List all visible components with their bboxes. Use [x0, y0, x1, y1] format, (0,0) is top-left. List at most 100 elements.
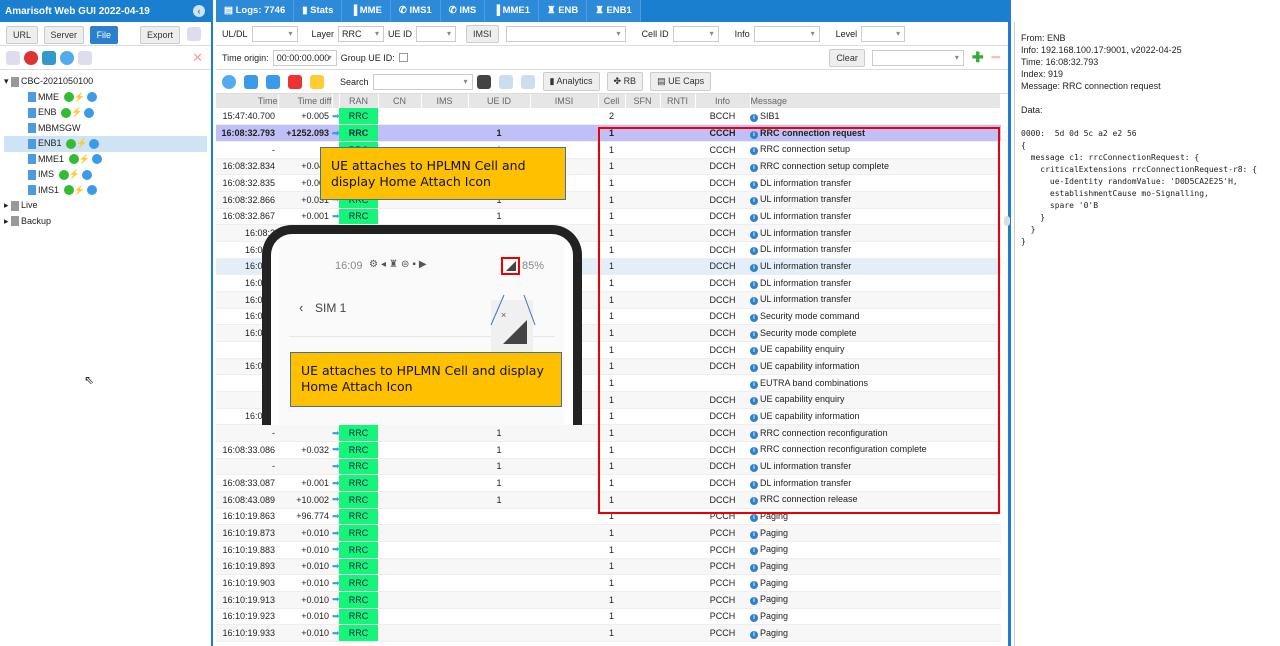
tab-stats[interactable]: ▮ Stats	[294, 0, 343, 22]
col-ue-id[interactable]: UE ID	[468, 94, 531, 108]
col-sfn[interactable]: SFN	[625, 94, 661, 108]
cellid-select[interactable]	[672, 25, 719, 42]
server-icon	[28, 138, 36, 149]
tree-node-ims1[interactable]: IMS1 ⚡	[4, 183, 207, 199]
play-icon[interactable]	[91, 154, 102, 165]
play-icon[interactable]	[86, 185, 97, 196]
table-row[interactable]: 16:10:19.863 +96.774 ➡ RRC 1 PCCH i Paging	[216, 508, 1001, 526]
ueid-select[interactable]	[416, 25, 457, 42]
filter-preset-select[interactable]	[871, 49, 964, 66]
table-row[interactable]: 16:08:33.086 +0.032 ➡ RRC 1 1 DCCH i RRC connect…	[216, 441, 1001, 459]
tree-live[interactable]: ▸ Live	[4, 198, 207, 214]
file-button[interactable]: File	[89, 26, 119, 44]
tree-backup[interactable]: ▸ Backup	[4, 214, 207, 230]
stop-icon[interactable]	[24, 51, 38, 65]
tree-node-enb[interactable]: ENB ⚡	[4, 105, 207, 121]
rb-button[interactable]: ✤ RB	[606, 72, 644, 91]
connect-icon[interactable]	[78, 51, 92, 65]
table-row[interactable]: 16:10:19.893 +0.010 ➡ RRC 1 PCCH i Paging	[216, 558, 1001, 576]
tab-enb1[interactable]: ♜ ENB1	[587, 0, 641, 22]
binoculars-icon[interactable]	[476, 74, 491, 89]
cell-time: 16:10:19.873	[216, 524, 278, 542]
table-row[interactable]: 16:08:33.087 +0.001 ➡ RRC 1 1 DCCH i DL informat…	[216, 474, 1001, 492]
level-select[interactable]	[861, 25, 906, 42]
col-ran[interactable]: RAN	[339, 94, 379, 108]
tab-ims1[interactable]: ✆ IMS1	[390, 0, 441, 22]
table-row[interactable]: 16:10:19.873 +0.010 ➡ RRC 1 PCCH i Paging	[216, 524, 1001, 542]
table-row[interactable]: 16:10:19.913 +0.010 ➡ RRC 1 PCCH i Paging	[216, 591, 1001, 609]
table-row[interactable]: - ➡ RRC 1 1 DCCH i UL information transfer	[216, 458, 1001, 476]
col-cn[interactable]: CN	[378, 94, 422, 108]
col-imsi[interactable]: IMSI	[530, 94, 599, 108]
play-icon[interactable]	[81, 169, 92, 180]
next-icon[interactable]	[266, 74, 280, 89]
table-row[interactable]: 15:47:40.700 +0.005 ➡ RRC 2 BCCH i SIB1	[216, 108, 1001, 126]
tree-node-mbmsgw[interactable]: MBMSGW	[4, 121, 207, 137]
col-ims[interactable]: IMS	[421, 94, 469, 108]
remove-icon[interactable]: ━	[992, 49, 1000, 66]
table-row[interactable]: 16:10:19.933 +0.010 ➡ RRC 1 PCCH i Paging	[216, 624, 1001, 642]
tree-node-enb1[interactable]: ENB1 ⚡	[4, 136, 207, 152]
tab-mme1[interactable]: ▐ MME1	[485, 0, 540, 22]
play-icon[interactable]	[89, 138, 100, 149]
add-icon[interactable]: ✚	[972, 49, 984, 66]
url-button[interactable]: URL	[6, 26, 39, 44]
col-time-diff[interactable]: Time diff	[278, 94, 333, 108]
layer-select[interactable]: RRC	[338, 25, 385, 42]
tree-root[interactable]: ▾ CBC-2021050100	[4, 74, 207, 90]
imsi-button[interactable]: IMSI	[466, 24, 499, 43]
search-icon[interactable]	[6, 51, 20, 65]
table-row[interactable]: 16:08:43.089 +10.002 ➡ RRC 1 1 DCCH i RRC connec…	[216, 491, 1001, 509]
search-next-icon[interactable]	[520, 74, 535, 89]
play-icon[interactable]	[86, 92, 97, 103]
cell-cell: 1	[598, 224, 625, 242]
search-prev-icon[interactable]	[498, 74, 513, 89]
splitter-handle[interactable]	[1004, 216, 1010, 226]
clock-icon[interactable]	[222, 74, 236, 89]
error-icon[interactable]	[288, 74, 302, 89]
info-icon: i	[750, 130, 758, 139]
col-info[interactable]: Info	[695, 94, 751, 108]
cell-time: -	[216, 141, 278, 159]
table-row[interactable]: 16:08:32.793 +1252.093 ➡ RRC 1 1 CCCH i RRC conn…	[216, 124, 1001, 142]
col-cell[interactable]: Cell	[598, 94, 626, 108]
uldl-select[interactable]	[251, 25, 298, 42]
prev-icon[interactable]	[244, 74, 258, 89]
tab-ims[interactable]: ✆ IMS	[440, 0, 486, 22]
uecaps-button[interactable]: ▤ UE Caps	[650, 72, 712, 91]
pause-icon[interactable]	[60, 51, 74, 65]
tab-enb[interactable]: ♜ ENB	[539, 0, 588, 22]
tree-node-mme[interactable]: MME ⚡	[4, 90, 207, 106]
table-row[interactable]: - ➡ RRC 1 1 DCCH i RRC connection reconfigurati…	[216, 424, 1001, 442]
tree-node-mme1[interactable]: MME1 ⚡	[4, 152, 207, 168]
col-rnti[interactable]: RNTI	[660, 94, 696, 108]
delete-icon[interactable]: ✕	[192, 50, 203, 66]
tab-mme[interactable]: ▐ MME	[342, 0, 391, 22]
table-row[interactable]: 16:10:19.923 +0.010 ➡ RRC 1 PCCH i Paging	[216, 608, 1001, 626]
imsi-select[interactable]	[505, 25, 626, 42]
cell-cell: 1	[598, 441, 625, 459]
collapse-icon[interactable]: ‹	[193, 5, 205, 17]
cell-ran: RRC	[339, 441, 378, 459]
col-message[interactable]: Message	[750, 94, 1001, 108]
tree-node-ims[interactable]: IMS ⚡	[4, 167, 207, 183]
tab-logs-7746[interactable]: ▤ Logs: 7746	[216, 0, 295, 22]
server-button[interactable]: Server	[43, 26, 85, 44]
warning-icon[interactable]	[310, 74, 324, 89]
table-row[interactable]: 16:08:32.867 +0.001 ➡ RRC 1 1 DCCH i UL informat…	[216, 208, 1001, 226]
group-ue-checkbox[interactable]	[398, 53, 408, 62]
clear-button[interactable]: Clear	[829, 48, 865, 67]
info-select[interactable]	[753, 25, 820, 42]
server-icon	[28, 154, 36, 165]
col-dir[interactable]	[332, 94, 340, 108]
analytics-button[interactable]: ▮ Analytics	[542, 72, 600, 91]
play-icon[interactable]	[84, 107, 95, 118]
col-time[interactable]: Time	[216, 94, 279, 108]
export-button[interactable]: Export	[139, 26, 180, 44]
refresh-icon[interactable]	[42, 51, 56, 65]
table-row[interactable]: 16:10:19.903 +0.010 ➡ RRC 1 PCCH i Paging	[216, 574, 1001, 592]
table-row[interactable]: 16:10:19.883 +0.010 ➡ RRC 1 PCCH i Paging	[216, 541, 1001, 559]
settings-icon[interactable]	[187, 27, 201, 41]
search-input[interactable]	[372, 73, 473, 90]
time-origin-input[interactable]: 00:00:00.000	[272, 49, 337, 66]
